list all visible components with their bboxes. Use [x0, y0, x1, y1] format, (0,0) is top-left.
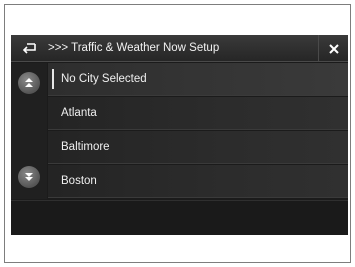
list-item-label: Atlanta	[61, 107, 97, 119]
title-bar: >>> Traffic & Weather Now Setup	[11, 35, 348, 62]
back-button[interactable]	[17, 39, 43, 57]
page-title: >>> Traffic & Weather Now Setup	[48, 42, 220, 54]
scroll-down-icon	[25, 173, 33, 181]
scroll-rail	[11, 63, 47, 199]
city-list: No City Selected Atlanta Baltimore Bosto…	[48, 63, 348, 199]
close-button[interactable]	[318, 35, 348, 62]
list-item[interactable]: No City Selected	[48, 63, 348, 96]
list-item-label: Baltimore	[61, 141, 110, 153]
list-item-label: No City Selected	[61, 73, 147, 85]
list-item[interactable]: Atlanta	[48, 97, 348, 130]
close-icon	[328, 43, 339, 54]
selection-indicator	[52, 69, 54, 89]
list-item-label: Boston	[61, 175, 97, 187]
nav-screen: >>> Traffic & Weather Now Setup No City …	[11, 35, 348, 235]
back-arrow-icon	[22, 43, 36, 54]
list-item[interactable]: Boston	[48, 165, 348, 198]
list-item[interactable]: Baltimore	[48, 131, 348, 164]
footer-bar	[11, 200, 348, 235]
scroll-down-button[interactable]	[18, 166, 40, 188]
scroll-up-icon	[25, 78, 33, 87]
scroll-up-button[interactable]	[18, 72, 40, 94]
